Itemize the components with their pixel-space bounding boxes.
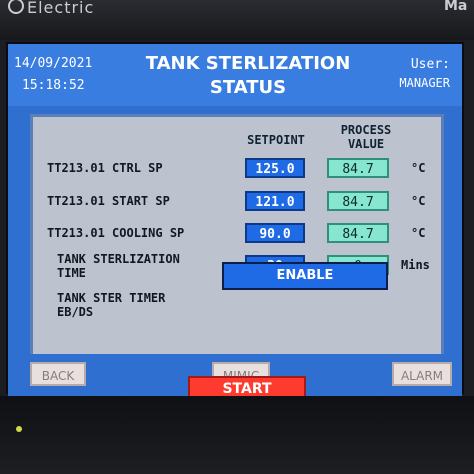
start-sp-setpoint-input[interactable]: 121.0 <box>245 191 305 211</box>
tank-sterilization-panel: SETPOINT PROCESS VALUE TT213.01 CTRL SP … <box>30 114 444 364</box>
hmi-bezel-top: Electric Ma <box>0 0 474 40</box>
cooling-sp-process-value: 84.7 <box>327 223 389 243</box>
start-sp-process-value: 84.7 <box>327 191 389 211</box>
brand-right-text: Ma <box>444 0 468 14</box>
hmi-screen: 14/09/2021 15:18:52 TANK STERLIZATION ST… <box>6 42 464 400</box>
sterilization-time-unit: Mins <box>401 258 430 272</box>
timer-enable-button[interactable]: ENABLE <box>222 262 388 290</box>
sterilization-time-label-line2: TIME <box>57 266 86 280</box>
sterilization-time-label: TANK STERLIZATION TIME <box>57 252 180 280</box>
ctrl-sp-label: TT213.01 CTRL SP <box>47 161 163 175</box>
page-title-line1: TANK STERLIZATION <box>145 53 351 74</box>
brand-label: Electric <box>27 0 95 17</box>
user-label: User: <box>410 57 450 72</box>
ctrl-sp-setpoint-input[interactable]: 125.0 <box>245 158 305 178</box>
brand-text: Electric <box>8 0 94 17</box>
back-button[interactable]: BACK <box>30 362 86 386</box>
page-title-line2: STATUS <box>209 77 287 98</box>
hmi-bezel-bottom <box>0 396 474 474</box>
setpoint-column-header: SETPOINT <box>247 133 305 147</box>
timer-label-line2: EB/DS <box>57 305 94 319</box>
start-sp-label: TT213.01 START SP <box>47 194 170 208</box>
cooling-sp-setpoint-input[interactable]: 90.0 <box>245 223 305 243</box>
process-value-header-line1: PROCESS <box>340 123 392 137</box>
timer-label-line1: TANK STER TIMER <box>57 291 166 305</box>
process-value-header-line2: VALUE <box>347 137 385 151</box>
sterilization-time-label-line1: TANK STERLIZATION <box>57 252 180 266</box>
brand-logo-icon <box>8 0 24 14</box>
time-display: 15:18:52 <box>22 78 85 93</box>
cooling-sp-label: TT213.01 COOLING SP <box>47 226 185 240</box>
page-title: TANK STERLIZATION STATUS <box>128 52 368 100</box>
user-value: MANAGER <box>399 76 450 90</box>
alarm-button[interactable]: ALARM <box>392 362 452 386</box>
ctrl-sp-process-value: 84.7 <box>327 158 389 178</box>
process-value-column-header: PROCESS VALUE <box>321 123 411 151</box>
cooling-sp-unit: °C <box>411 226 426 240</box>
timer-label: TANK STER TIMER EB/DS <box>57 291 165 319</box>
status-led-icon <box>16 426 22 432</box>
start-sp-unit: °C <box>411 194 426 208</box>
header-bar: 14/09/2021 15:18:52 TANK STERLIZATION ST… <box>8 44 462 106</box>
ctrl-sp-unit: °C <box>411 161 426 175</box>
date-display: 14/09/2021 <box>14 56 93 71</box>
